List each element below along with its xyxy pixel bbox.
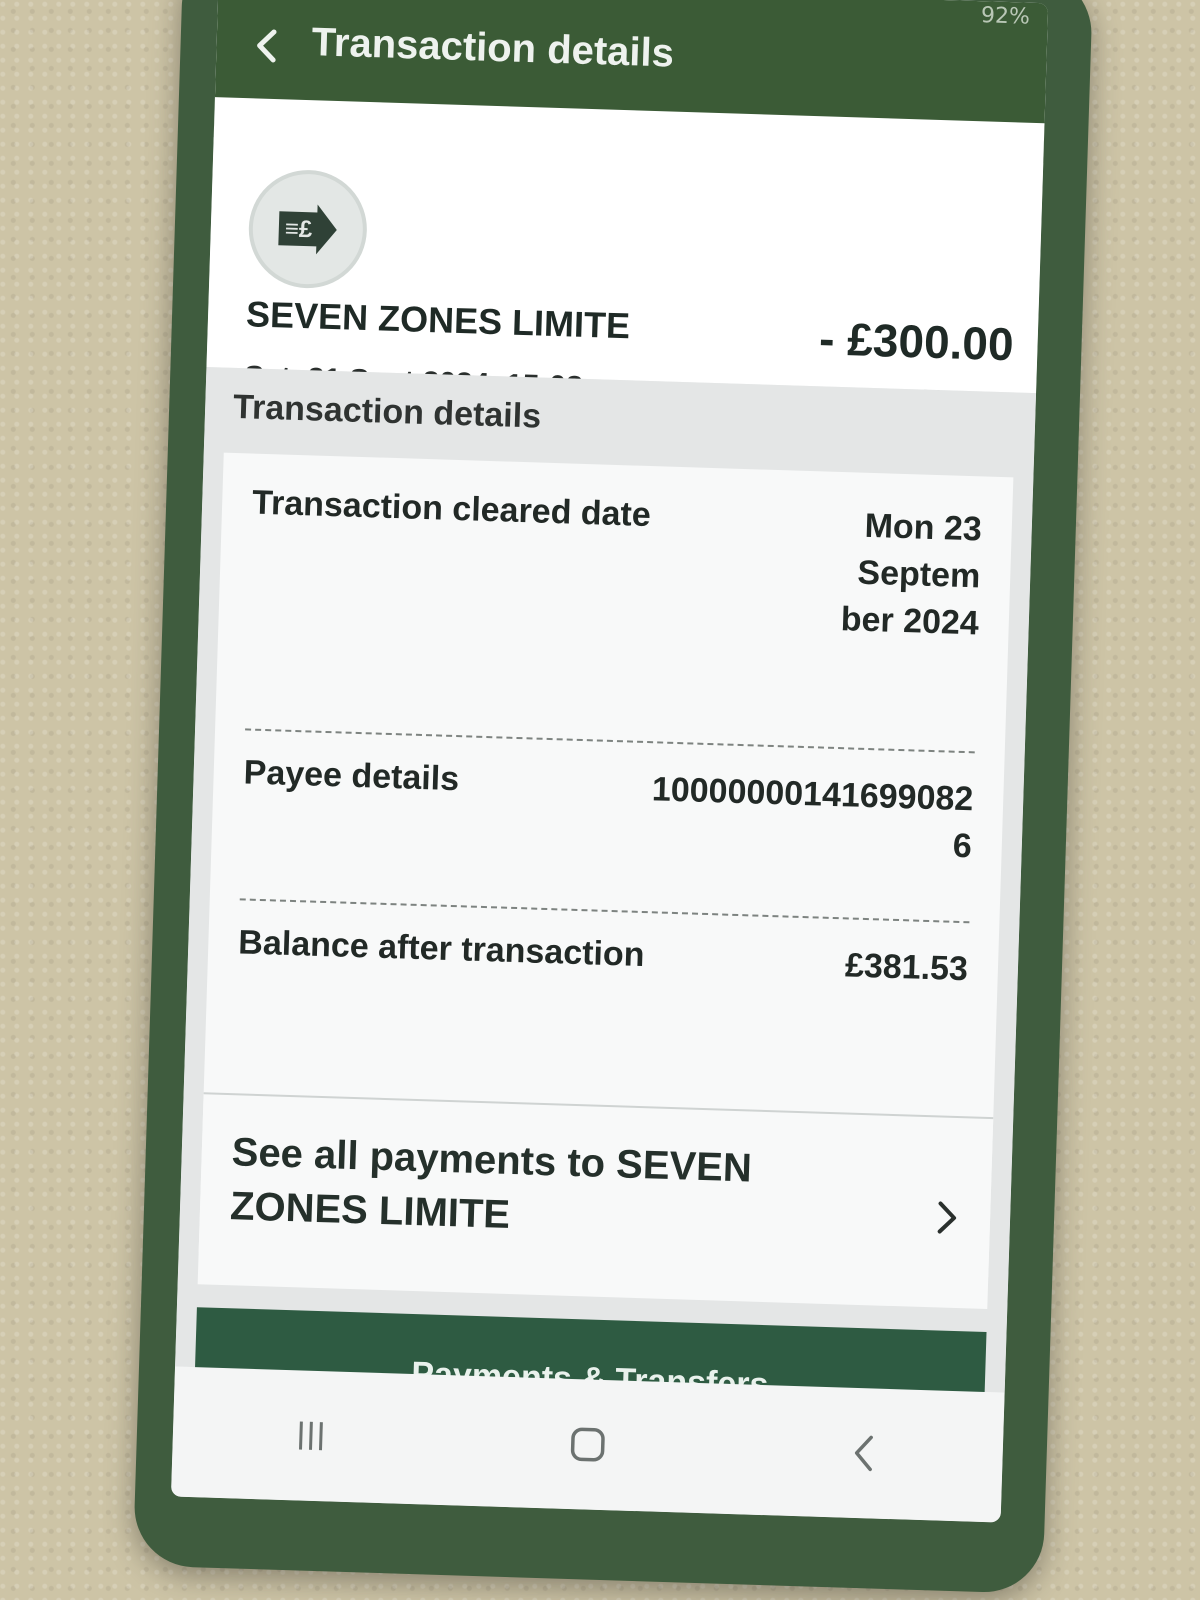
section-title: Transaction details <box>232 387 542 436</box>
recent-apps-button[interactable] <box>270 1400 352 1472</box>
merchant-name: SEVEN ZONES LIMITE <box>245 293 631 347</box>
payee-details-label: Payee details <box>243 753 460 799</box>
app-screen: 92% Transaction details ≡£ SEVEN ZONES L… <box>170 0 1049 1523</box>
back-icon <box>854 1435 873 1472</box>
chevron-right-icon <box>937 1201 957 1234</box>
svg-text:≡£: ≡£ <box>284 215 313 243</box>
see-all-payments-label: See all payments to SEVEN ZONES LIMITE <box>229 1130 753 1237</box>
details-card: Transaction cleared date Mon 23 Septembe… <box>197 452 1014 1310</box>
transaction-summary: ≡£ SEVEN ZONES LIMITE - £300.00 Sat, 21 … <box>206 97 1045 461</box>
battery-indicator: 92% <box>980 3 1031 30</box>
payee-details-value: 100000001416990826 <box>651 770 974 866</box>
pound-transfer-icon: ≡£ <box>247 168 369 290</box>
recent-apps-icon <box>299 1421 324 1451</box>
transaction-amount: - £300.00 <box>818 312 1015 371</box>
cleared-date-row: Transaction cleared date Mon 23 Septembe… <box>246 484 983 737</box>
home-icon <box>570 1427 605 1462</box>
phone-device: 92% Transaction details ≡£ SEVEN ZONES L… <box>132 0 1094 1594</box>
system-back-button[interactable] <box>823 1417 905 1489</box>
back-button[interactable] <box>246 20 288 71</box>
page-title: Transaction details <box>311 20 675 76</box>
cleared-date-label: Transaction cleared date <box>251 483 652 535</box>
cleared-date-value: Mon 23 September 2024 <box>840 506 983 643</box>
balance-row: Balance after transaction £381.53 <box>235 923 969 1086</box>
balance-value: £381.53 <box>844 946 969 989</box>
home-button[interactable] <box>547 1408 629 1480</box>
details-section: Transaction details Transaction cleared … <box>175 367 1037 1393</box>
payee-details-row: Payee details 100000001416990826 <box>240 753 974 916</box>
chevron-left-icon <box>257 29 277 63</box>
see-all-payments-link[interactable]: See all payments to SEVEN ZONES LIMITE <box>197 1092 994 1310</box>
balance-label: Balance after transaction <box>237 923 646 975</box>
system-nav-bar <box>170 1366 1005 1523</box>
